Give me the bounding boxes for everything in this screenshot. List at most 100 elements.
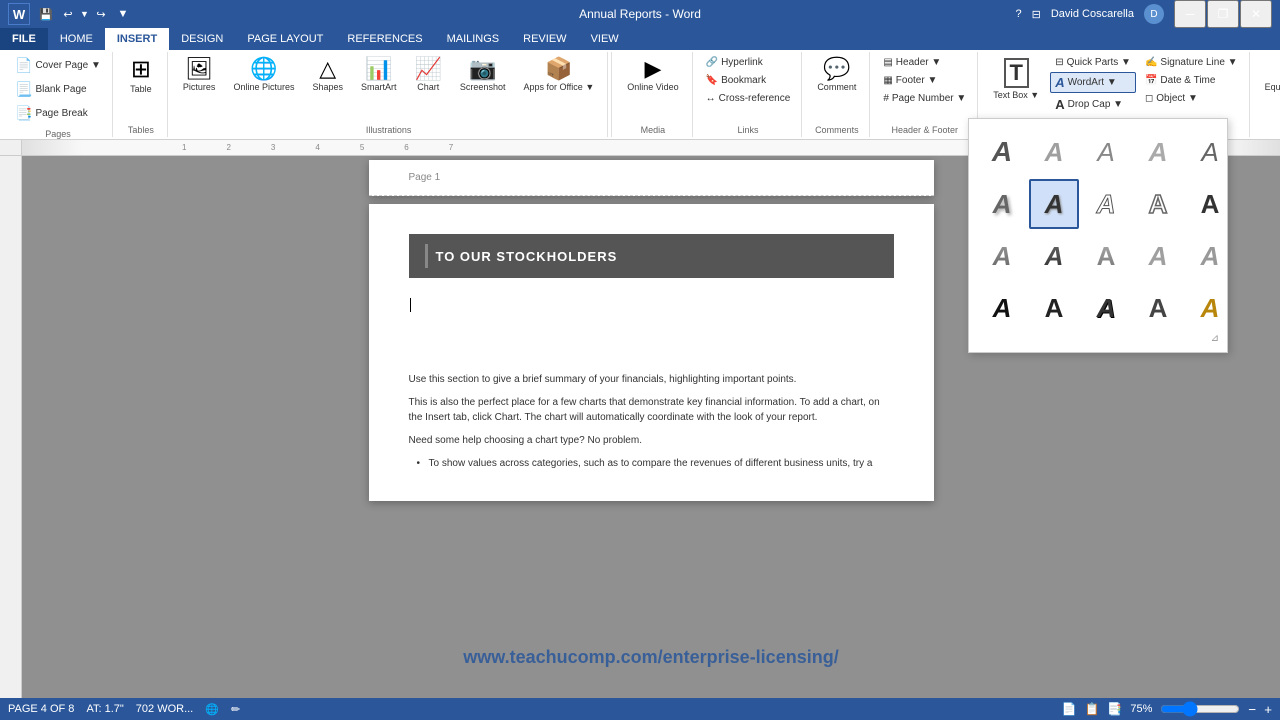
- shapes-button[interactable]: △ Shapes: [305, 54, 350, 97]
- bookmark-button[interactable]: 🔖Bookmark: [701, 72, 796, 89]
- ribbon-group-media: ▶ Online Video Media: [614, 52, 692, 137]
- cursor-area[interactable]: [409, 298, 894, 312]
- tab-file[interactable]: FILE: [0, 28, 48, 50]
- wordart-style-7-selected[interactable]: A: [1029, 179, 1079, 229]
- date-time-button[interactable]: 📅Date & Time: [1140, 72, 1243, 89]
- tab-pagelayout[interactable]: PAGE LAYOUT: [235, 28, 335, 50]
- close-button[interactable]: ✕: [1240, 0, 1272, 28]
- page-number-button[interactable]: #Page Number ▼: [878, 90, 971, 107]
- header-button[interactable]: ▤Header ▼: [878, 54, 971, 71]
- wordart-panel-resize[interactable]: ⊿: [977, 333, 1219, 344]
- wordart-style-20[interactable]: A: [1185, 283, 1235, 333]
- user-avatar[interactable]: D: [1144, 4, 1164, 24]
- wordart-style-18[interactable]: A: [1081, 283, 1131, 333]
- wordart-style-10[interactable]: A: [1185, 179, 1235, 229]
- object-button[interactable]: ◻Object ▼: [1140, 90, 1243, 107]
- minimize-button[interactable]: ─: [1174, 0, 1206, 28]
- footer-button[interactable]: ▦Footer ▼: [878, 72, 971, 89]
- zoom-label: 75%: [1130, 703, 1152, 715]
- zoom-out-button[interactable]: −: [1248, 702, 1256, 717]
- textbox-label: Text Box ▼: [993, 90, 1039, 101]
- wordart-style-4[interactable]: A: [1133, 127, 1183, 177]
- screenshot-button[interactable]: 📷 Screenshot: [453, 54, 513, 97]
- tab-review[interactable]: REVIEW: [511, 28, 578, 50]
- blank-page-button[interactable]: 📃Blank Page: [10, 78, 106, 101]
- ribbon-tabs: FILE HOME INSERT DESIGN PAGE LAYOUT REFE…: [0, 28, 1280, 50]
- table-label: Table: [130, 84, 152, 95]
- word-count: 702 WOR...: [136, 703, 193, 716]
- signature-line-button[interactable]: ✍Signature Line ▼: [1140, 54, 1243, 71]
- tab-home[interactable]: HOME: [48, 28, 105, 50]
- wordart-style-15[interactable]: A: [1185, 231, 1235, 281]
- hyperlink-button[interactable]: 🔗Hyperlink: [701, 54, 796, 71]
- page-break-button[interactable]: 📑Page Break: [10, 102, 106, 125]
- wordart-button[interactable]: A WordArt ▼: [1050, 72, 1136, 93]
- quick-parts-button[interactable]: ⊟Quick Parts ▼: [1050, 54, 1136, 71]
- view-outline-button[interactable]: 📑: [1107, 702, 1122, 716]
- wordart-icon-small: A: [1055, 75, 1064, 90]
- wordart-style-6[interactable]: A: [977, 179, 1027, 229]
- title-text: Annual Reports - Word: [579, 7, 701, 21]
- text-small-buttons2: ✍Signature Line ▼ 📅Date & Time ◻Object ▼: [1140, 54, 1243, 107]
- wordart-style-1[interactable]: A: [977, 127, 1027, 177]
- tab-view[interactable]: VIEW: [579, 28, 631, 50]
- language-indicator: 🌐: [205, 703, 219, 716]
- wordart-style-14[interactable]: A: [1133, 231, 1183, 281]
- view-print-button[interactable]: 📄: [1062, 702, 1077, 716]
- wordart-style-11[interactable]: A: [977, 231, 1027, 281]
- table-button[interactable]: ⊞ Table: [121, 54, 161, 99]
- smartart-icon: 📊: [365, 58, 392, 80]
- textbox-button[interactable]: T Text Box ▼: [986, 54, 1046, 105]
- zoom-in-button[interactable]: +: [1264, 702, 1272, 717]
- minimize-ribbon-icon[interactable]: ⊟: [1032, 8, 1041, 21]
- pictures-button[interactable]: 🖼 Pictures: [176, 54, 223, 97]
- wordart-style-5[interactable]: A: [1185, 127, 1235, 177]
- online-video-icon: ▶: [644, 58, 661, 80]
- chart-button[interactable]: 📈 Chart: [408, 54, 449, 97]
- wordart-style-13[interactable]: A: [1081, 231, 1131, 281]
- smartart-label: SmartArt: [361, 82, 397, 93]
- wordart-style-9[interactable]: A: [1133, 179, 1183, 229]
- online-video-button[interactable]: ▶ Online Video: [620, 54, 685, 97]
- illustrations-group-label: Illustrations: [366, 123, 412, 135]
- wordart-style-17[interactable]: A: [1029, 283, 1079, 333]
- wordart-style-3[interactable]: A: [1081, 127, 1131, 177]
- equation-button[interactable]: π Equation ▼: [1258, 54, 1280, 97]
- qat-dropdown[interactable]: ▼: [113, 4, 133, 24]
- tab-references[interactable]: REFERENCES: [335, 28, 434, 50]
- undo-button[interactable]: ↩: [58, 4, 78, 24]
- page-count: PAGE 4 OF 8: [8, 703, 74, 716]
- word-app-icon: W: [8, 3, 30, 25]
- tab-design[interactable]: DESIGN: [169, 28, 235, 50]
- wordart-style-12[interactable]: A: [1029, 231, 1079, 281]
- cover-page-button[interactable]: 📄Cover Page ▼: [10, 54, 106, 77]
- zoom-slider[interactable]: [1160, 703, 1240, 715]
- pictures-icon: 🖼: [185, 58, 213, 80]
- wordart-style-16[interactable]: A: [977, 283, 1027, 333]
- wordart-style-2[interactable]: A: [1029, 127, 1079, 177]
- online-pictures-button[interactable]: 🌐 Online Pictures: [226, 54, 301, 97]
- view-web-button[interactable]: 📋: [1084, 702, 1099, 716]
- comment-icon: 💬: [823, 58, 850, 80]
- wordart-style-8[interactable]: A: [1081, 179, 1131, 229]
- title-bar-right: ? ⊟ David Coscarella D ─ ❐ ✕: [1016, 0, 1273, 28]
- online-video-label: Online Video: [627, 82, 678, 93]
- save-button[interactable]: 💾: [36, 4, 56, 24]
- help-icon[interactable]: ?: [1016, 8, 1022, 20]
- comment-button[interactable]: 💬 Comment: [810, 54, 863, 97]
- watermark: www.teachucomp.com/enterprise-licensing/: [22, 647, 1280, 668]
- apps-label: Apps for Office ▼: [523, 82, 594, 93]
- tab-insert[interactable]: INSERT: [105, 28, 169, 50]
- smartart-button[interactable]: 📊 SmartArt: [354, 54, 404, 97]
- title-bar: W 💾 ↩ ▼ ↪ ▼ Annual Reports - Word ? ⊟ Da…: [0, 0, 1280, 28]
- shapes-label: Shapes: [312, 82, 343, 93]
- page-2-content[interactable]: TO OUR STOCKHOLDERS Use this section to …: [369, 204, 934, 501]
- redo-button[interactable]: ↪: [91, 4, 111, 24]
- restore-button[interactable]: ❐: [1207, 0, 1239, 28]
- chart-label: Chart: [417, 82, 439, 93]
- wordart-style-19[interactable]: A: [1133, 283, 1183, 333]
- drop-cap-button[interactable]: ADrop Cap ▼: [1050, 94, 1136, 115]
- tab-mailings[interactable]: MAILINGS: [435, 28, 512, 50]
- cross-reference-button[interactable]: ↔Cross-reference: [701, 90, 796, 107]
- apps-for-office-button[interactable]: 📦 Apps for Office ▼: [516, 54, 601, 97]
